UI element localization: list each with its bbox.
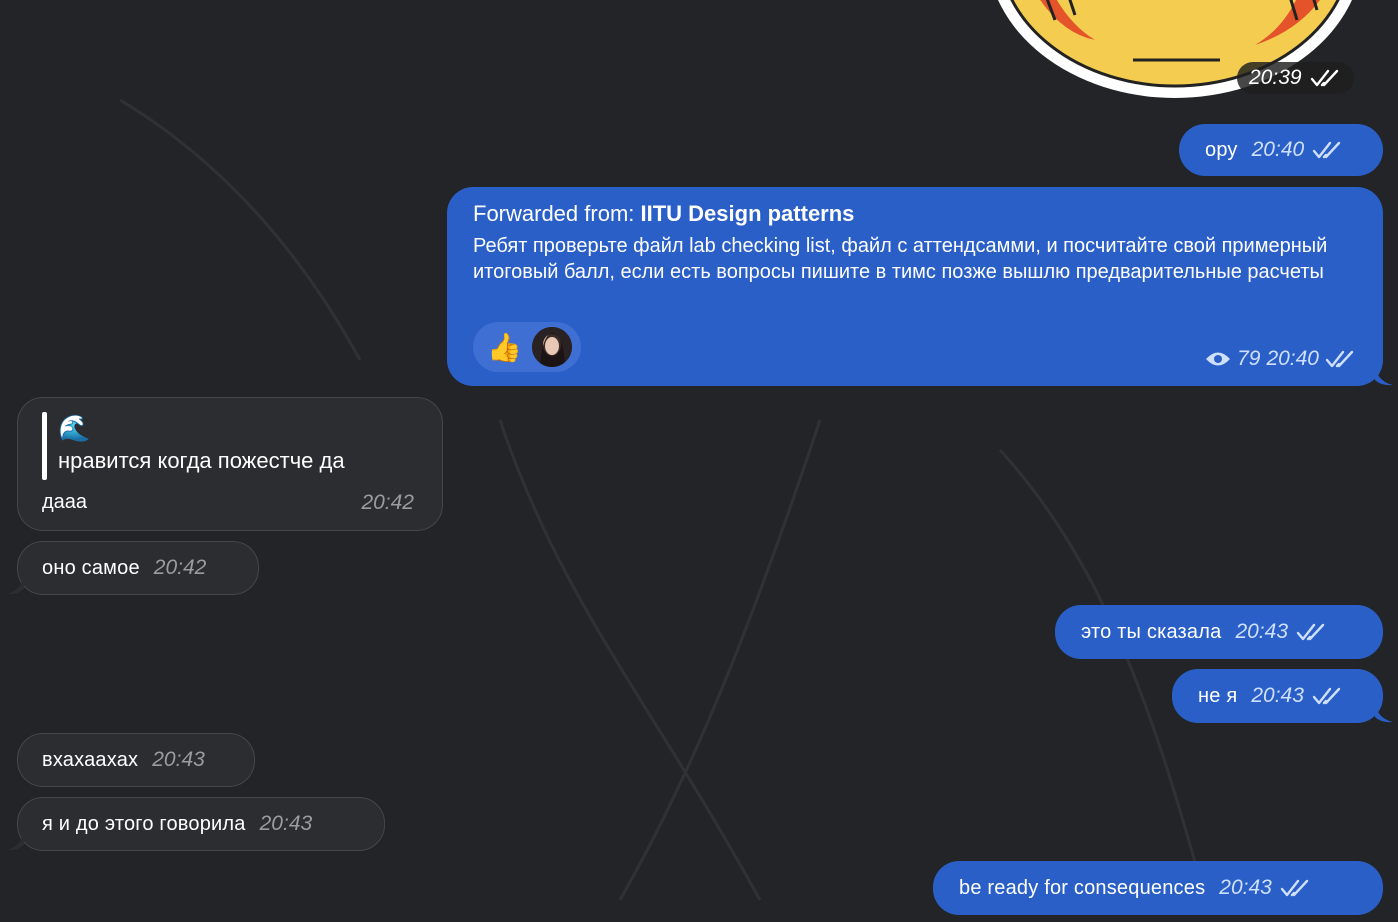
reaction-chip[interactable]: 👍 [473, 322, 581, 372]
eye-icon [1206, 352, 1231, 366]
forwarded-source-link[interactable]: IITU Design patterns [641, 201, 855, 226]
message-time: 20:40 [1266, 347, 1319, 370]
message-text: Ребят проверьте файл lab checking list, … [473, 235, 1328, 283]
reply-quote[interactable]: 🌊 нравится когда пожестче да [58, 412, 345, 474]
reply-quote-bar [42, 412, 47, 480]
bubble-tail [1375, 368, 1393, 386]
forwarded-message[interactable]: Forwarded from: IITU Design patterns Реб… [447, 187, 1383, 386]
message-time: 20:43 [1251, 684, 1304, 707]
message-time: 20:43 [152, 748, 205, 771]
view-count: 79 [1237, 347, 1261, 370]
message-time: 20:42 [153, 556, 207, 579]
message-text: ору [1205, 138, 1238, 161]
message-text: я и до этого говорила [42, 812, 246, 835]
double-check-icon [1280, 878, 1310, 898]
incoming-message[interactable]: я и до этого говорила 20:43 [17, 797, 385, 851]
avatar [531, 327, 572, 367]
incoming-message[interactable]: оно самое 20:42 [17, 541, 259, 595]
message-time: 20:43 [259, 812, 313, 835]
bubble-tail [6, 833, 24, 851]
sticker-timestamp: 20:39 [1237, 62, 1354, 94]
outgoing-message[interactable]: be ready for consequences 20:43 [933, 861, 1383, 915]
forwarded-header: Forwarded from: IITU Design patterns [473, 201, 855, 226]
message-text: be ready for consequences [959, 876, 1206, 899]
message-text: это ты сказала [1081, 620, 1222, 643]
message-time: 20:43 [1219, 876, 1272, 899]
outgoing-message[interactable]: это ты сказала 20:43 [1055, 605, 1383, 659]
double-check-icon [1296, 622, 1326, 642]
message-text: не я [1198, 684, 1238, 707]
message-text: дааа [42, 491, 88, 513]
quoted-text: нравится когда пожестче да [58, 448, 345, 473]
incoming-message[interactable]: вхахаахах 20:43 [17, 733, 255, 787]
outgoing-message[interactable]: не я 20:43 [1172, 669, 1383, 723]
incoming-reply-message[interactable]: 🌊 нравится когда пожестче да дааа 20:42 [17, 397, 443, 531]
double-check-icon [1325, 350, 1354, 368]
message-time: 20:40 [1251, 138, 1305, 161]
message-text: оно самое [42, 556, 140, 579]
double-check-icon [1312, 686, 1342, 706]
thumbs-up-icon: 👍 [487, 331, 522, 363]
double-check-icon [1312, 140, 1342, 160]
message-time: 20:43 [1235, 620, 1289, 643]
message-time: 20:42 [361, 491, 414, 514]
wave-icon: 🌊 [58, 413, 91, 443]
bubble-tail [1375, 705, 1393, 723]
bubble-tail [6, 577, 24, 595]
message-text: вхахаахах [42, 748, 139, 771]
outgoing-message[interactable]: ору 20:40 [1179, 124, 1383, 176]
double-check-icon [1310, 69, 1338, 87]
